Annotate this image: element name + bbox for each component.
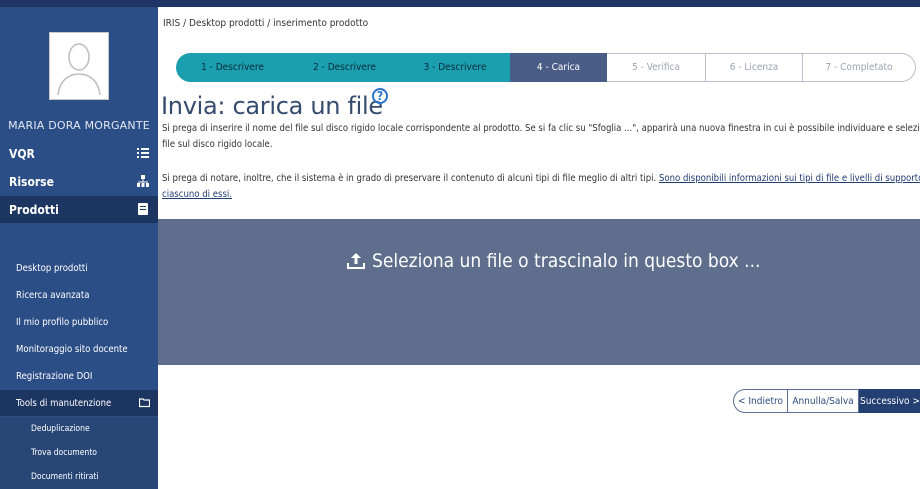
file-types-info-link[interactable]: Sono disponibili informazioni sui tipi d… — [659, 173, 920, 184]
sidebar-item-registrazione-doi[interactable]: Registrazione DOI — [0, 363, 158, 389]
file-types-note: Si prega di notare, inoltre, che il sist… — [162, 171, 920, 203]
sidebar-item-profilo-pubblico[interactable]: Il mio profilo pubblico — [0, 309, 158, 335]
avatar — [49, 32, 109, 100]
sidebar-item-ricerca-avanzata[interactable]: Ricerca avanzata — [0, 282, 158, 308]
instructions-line-2: file sul disco rigido locale. — [162, 139, 273, 150]
step-4-current: 4 - Carica — [510, 53, 607, 82]
sidebar-item-label: Ricerca avanzata — [16, 289, 90, 301]
breadcrumb: IRIS / Desktop prodotti / inserimento pr… — [163, 18, 369, 29]
page-title: Invia: carica un file — [161, 92, 383, 120]
sidebar-item-label: VQR — [9, 146, 35, 161]
main-content: IRIS / Desktop prodotti / inserimento pr… — [158, 7, 920, 457]
step-3[interactable]: 3 - Descrivere — [400, 53, 510, 82]
cancel-save-button[interactable]: Annulla/Salva — [788, 389, 859, 413]
dropzone-label: Seleziona un file o trascinalo in questo… — [372, 250, 761, 272]
file-dropzone[interactable]: Seleziona un file o trascinalo in questo… — [158, 219, 920, 365]
next-button[interactable]: Successivo > — [859, 389, 920, 413]
step-5: 5 - Verifica — [607, 53, 706, 82]
sidebar-item-label: Risorse — [9, 174, 54, 189]
step-6: 6 - Licenza — [706, 53, 803, 82]
sidebar-item-desktop-prodotti[interactable]: Desktop prodotti — [0, 255, 158, 281]
sidebar-item-label: Prodotti — [9, 202, 59, 217]
dropzone-prompt: Seleziona un file o trascinalo in questo… — [346, 250, 760, 272]
top-bar — [0, 0, 920, 7]
user-name: MARIA DORA MORGANTE — [8, 119, 150, 132]
step-1[interactable]: 1 - Descrivere — [176, 53, 289, 82]
sidebar-item-documenti-ritirati[interactable]: Documenti ritirati — [0, 465, 158, 489]
step-2[interactable]: 2 - Descrivere — [289, 53, 400, 82]
sidebar-item-risorse[interactable]: Risorse — [0, 168, 158, 195]
sidebar-item-prodotti[interactable]: Prodotti — [0, 196, 158, 223]
sidebar: MARIA DORA MORGANTE VQR Risorse Prodotti… — [0, 7, 158, 489]
sidebar-item-tools-manutenzione[interactable]: Tools di manutenzione — [0, 390, 158, 416]
book-icon — [138, 203, 148, 215]
sidebar-item-label: Documenti ritirati — [31, 472, 99, 482]
sitemap-icon — [137, 175, 149, 187]
sidebar-item-label: Monitoraggio sito docente — [16, 343, 128, 355]
file-types-info-link-continued[interactable]: ciascuno di essi. — [162, 189, 232, 200]
sidebar-item-label: Deduplicazione — [31, 424, 90, 434]
sidebar-item-trova-documento[interactable]: Trova documento — [0, 441, 158, 465]
sidebar-item-monitoraggio[interactable]: Monitoraggio sito docente — [0, 336, 158, 362]
sidebar-item-label: Registrazione DOI — [16, 370, 93, 382]
folder-icon — [139, 398, 150, 408]
instructions-paragraph: Si prega di inserire il nome del file su… — [162, 121, 920, 153]
instructions-line-1: Si prega di inserire il nome del file su… — [162, 123, 920, 134]
navigation-buttons: < Indietro Annulla/Salva Successivo > — [733, 389, 920, 413]
file-types-note-text: Si prega di notare, inoltre, che il sist… — [162, 173, 659, 184]
upload-icon — [347, 253, 365, 269]
step-7: 7 - Completato — [803, 53, 916, 82]
user-silhouette-icon — [54, 37, 104, 95]
sidebar-item-label: Desktop prodotti — [16, 262, 88, 274]
sidebar-item-vqr[interactable]: VQR — [0, 140, 158, 167]
list-icon — [137, 148, 149, 158]
sidebar-item-label: Tools di manutenzione — [16, 397, 112, 409]
help-icon[interactable]: ? — [372, 88, 388, 104]
sidebar-item-deduplicazione[interactable]: Deduplicazione — [0, 417, 158, 441]
back-button[interactable]: < Indietro — [733, 389, 788, 413]
wizard-steps: 1 - Descrivere 2 - Descrivere 3 - Descri… — [176, 53, 920, 82]
sidebar-item-label: Il mio profilo pubblico — [16, 316, 109, 328]
